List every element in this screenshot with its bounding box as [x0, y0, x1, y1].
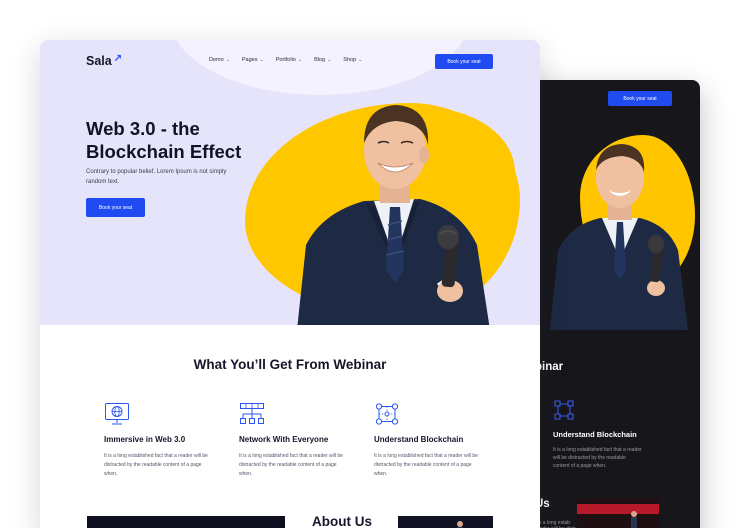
feature-title: Understand Blockchain [374, 435, 464, 444]
event-stage-photo [577, 498, 659, 528]
chevron-down-icon: ⌄ [259, 57, 264, 63]
nav-item-demo[interactable]: Demo ⌄ [209, 57, 230, 63]
site-logo[interactable]: Sala ↗ [86, 53, 123, 69]
feature-card: Network With Everyone It is a long estab… [239, 402, 349, 479]
speaker-photo [297, 105, 490, 325]
network-icon [240, 403, 264, 424]
chevron-down-icon: ⌄ [225, 57, 230, 63]
blockchain-icon [554, 400, 574, 420]
hero-book-seat-label: Book your seat [98, 204, 133, 211]
nav-item-pages[interactable]: Pages ⌄ [242, 57, 264, 63]
nav-item-portfolio[interactable]: Portfolio ⌄ [276, 57, 302, 63]
feature-desc: It is a long established fact that a rea… [104, 453, 208, 477]
nav-item-label: Pages [241, 57, 258, 63]
feature-desc: It is a long established fact that a rea… [239, 453, 343, 477]
dark-about-text-fragment: t is a long estab reader will be distr l… [535, 520, 576, 528]
dark-feature-title: Understand Blockchain [553, 430, 637, 439]
logo-text: Sala [86, 54, 112, 68]
hero-title-line-2: Blockchain Effect [86, 141, 242, 162]
feature-title: Immersive in Web 3.0 [104, 435, 186, 444]
main-nav: Demo ⌄ Pages ⌄ Portfolio ⌄ Blog ⌄ Shop ⌄ [209, 57, 374, 63]
hero-description: Contrary to popular belief, Lorem Ipsum … [86, 169, 227, 185]
nav-item-shop[interactable]: Shop ⌄ [343, 57, 362, 63]
chevron-down-icon: ⌄ [358, 57, 363, 63]
dark-feature-desc: It is a long established fact that a rea… [553, 447, 642, 469]
hero-section: Sala ↗ Demo ⌄ Pages ⌄ Portfolio ⌄ Blog ⌄ Sho… [40, 40, 540, 325]
feature-desc: It is a long established fact that a rea… [374, 453, 478, 477]
dark-book-seat-button[interactable]: Book your seat [608, 91, 672, 106]
feature-title: Network With Everyone [239, 435, 329, 444]
nav-item-label: Blog [314, 57, 326, 63]
feature-card: Immersive in Web 3.0 It is a long establ… [104, 402, 214, 479]
hero-book-seat-button[interactable]: Book your seat [86, 198, 145, 217]
showcase-stage: p Book your seat binar [0, 0, 740, 528]
chevron-down-icon: ⌄ [297, 57, 303, 63]
dark-book-seat-label: Book your seat [623, 95, 657, 102]
chevron-down-icon: ⌄ [327, 57, 332, 63]
feature-card: Understand Blockchain It is a long estab… [374, 402, 484, 479]
logo-arrow-icon: ↗ [113, 53, 123, 64]
about-photo-right [398, 516, 493, 528]
nav-item-label: Portfolio [275, 57, 296, 63]
nav-item-label: Shop [343, 57, 357, 63]
header-arc-decoration [170, 40, 470, 95]
nav-item-blog[interactable]: Blog ⌄ [314, 57, 331, 63]
hero-title-line-1: Web 3.0 - the [86, 118, 200, 139]
speaker-photo [550, 144, 688, 330]
header-book-seat-button[interactable]: Book your seat [435, 54, 493, 69]
monitor-globe-icon [105, 403, 129, 425]
header-book-seat-label: Book your seat [447, 58, 481, 65]
light-theme-preview: Sala ↗ Demo ⌄ Pages ⌄ Portfolio ⌄ Blog ⌄ Sho… [40, 40, 540, 528]
hero-title: Web 3.0 - the Blockchain Effect [86, 117, 286, 163]
features-section-title: What You’ll Get From Webinar [193, 357, 387, 372]
nav-item-label: Demo [209, 57, 224, 63]
blockchain-icon [375, 403, 399, 425]
